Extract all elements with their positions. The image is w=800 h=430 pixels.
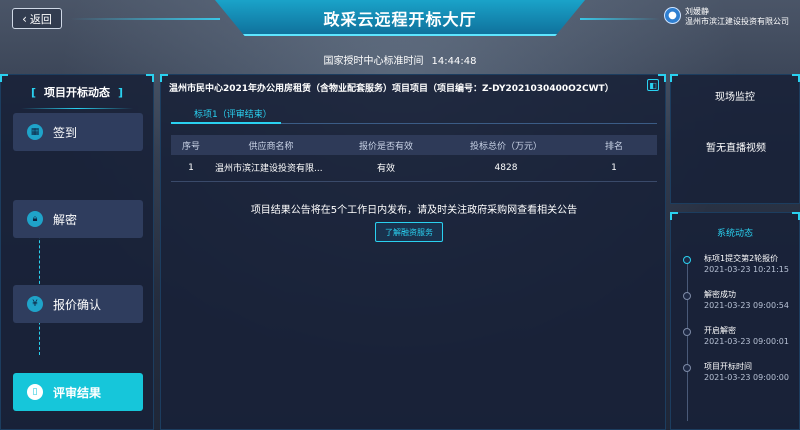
- column-header: 供应商名称: [211, 135, 331, 155]
- system-events-title: 系统动态: [716, 228, 753, 239]
- event-label: 解密成功: [704, 290, 736, 299]
- corner-decor: [146, 74, 154, 82]
- user-company: 温州市滨江建设投资有限公司: [685, 17, 789, 26]
- corner-decor: [0, 74, 8, 82]
- cell-supplier: 温州市滨江建设投资有限...: [211, 155, 331, 182]
- header-decor-right: [580, 18, 660, 20]
- page-title: 政采云远程开标大厅: [323, 10, 477, 29]
- corner-decor: [792, 212, 800, 220]
- title-banner: 政采云远程开标大厅: [215, 0, 585, 36]
- back-button[interactable]: ‹ 返回: [12, 8, 62, 29]
- panel-header: [ 项目开标动态 ]: [1, 75, 153, 109]
- result-table: 序号 供应商名称 报价是否有效 投标总价（万元） 排名 1 温州市滨江建设投资有…: [171, 135, 657, 182]
- step-review-result[interactable]: ▯ 评审结果: [13, 373, 143, 411]
- corner-decor: [658, 74, 666, 82]
- event-time: 2021-03-23 09:00:54: [704, 301, 789, 310]
- event-label: 开启解密: [704, 326, 736, 335]
- avatar[interactable]: ●: [664, 7, 681, 24]
- tab-lot-1[interactable]: 标项1（评审结束）: [194, 107, 272, 120]
- timeline-dot-icon: [683, 364, 691, 372]
- timeline-dot-icon: [683, 292, 691, 300]
- step-quote-confirm[interactable]: ¥ 报价确认: [13, 285, 143, 323]
- yen-icon: ¥: [27, 296, 43, 312]
- corner-decor: [792, 74, 800, 82]
- no-video-text: 暂无直播视频: [706, 143, 766, 154]
- server-time-value: 14:44:48: [431, 56, 477, 67]
- cell-valid: 有效: [331, 155, 441, 182]
- user-name: 刘媛静: [685, 7, 709, 16]
- column-header: 投标总价（万元）: [441, 135, 571, 155]
- result-panel: 温州市民中心2021年办公用房租赁（含物业配套服务）项目项目（项目编号：Z-DY…: [160, 74, 666, 430]
- timeline-dot-icon: [683, 328, 691, 336]
- live-monitor-panel: 现场监控 暂无直播视频: [670, 74, 800, 204]
- system-events-panel: 系统动态 标项1提交第2轮报价 2021-03-23 10:21:15 解密成功…: [670, 212, 800, 430]
- panel-title: 项目开标动态: [44, 86, 110, 99]
- server-time-label: 国家授时中心标准时间: [323, 56, 424, 67]
- step-label: 签到: [53, 125, 78, 140]
- server-time: 国家授时中心标准时间 14:44:48: [0, 52, 800, 67]
- timeline-dot-icon: [683, 256, 691, 264]
- event-time: 2021-03-23 10:21:15: [704, 265, 789, 274]
- column-header: 报价是否有效: [331, 135, 441, 155]
- expand-icon[interactable]: ◧: [647, 79, 659, 91]
- event-time: 2021-03-23 09:00:00: [704, 373, 789, 382]
- corner-decor: [670, 74, 678, 82]
- project-progress-panel: [ 项目开标动态 ] ▦ 签到 🔒︎ 解密 ¥ 报价确认 ▯ 评审结果: [0, 74, 154, 430]
- header: ‹ 返回 政采云远程开标大厅 ● 刘媛静 温州市滨江建设投资有限公司 国家授时中…: [0, 0, 800, 67]
- event-label: 项目开标时间: [704, 362, 752, 371]
- back-label: 返回: [29, 12, 52, 26]
- table-row: 1 温州市滨江建设投资有限... 有效 4828 1: [171, 155, 657, 182]
- column-header: 序号: [171, 135, 211, 155]
- step-sign-in[interactable]: ▦ 签到: [13, 113, 143, 151]
- corner-decor: [670, 212, 678, 220]
- cell-index: 1: [171, 155, 211, 182]
- cell-total-price: 4828: [441, 155, 571, 182]
- chevron-left-icon: ‹: [22, 11, 27, 26]
- cell-rank: 1: [571, 155, 657, 182]
- step-decrypt[interactable]: 🔒︎ 解密: [13, 200, 143, 238]
- result-notice: 项目结果公告将在5个工作日内发布，请及时关注政府采购网查看相关公告: [250, 205, 578, 216]
- tab-underline: [171, 122, 657, 124]
- monitor-title: 现场监控: [715, 91, 755, 103]
- financing-service-button[interactable]: 了解融资服务: [375, 222, 443, 242]
- calendar-icon: ▦: [27, 124, 43, 140]
- header-decor-left: [70, 18, 220, 20]
- document-icon: ▯: [27, 384, 43, 400]
- event-label: 标项1提交第2轮报价: [704, 254, 779, 263]
- user-info[interactable]: ● 刘媛静 温州市滨江建设投资有限公司: [664, 7, 800, 31]
- bracket-right-icon: ]: [118, 85, 124, 99]
- events-timeline-line: [687, 261, 688, 421]
- event-time: 2021-03-23 09:00:01: [704, 337, 789, 346]
- lock-icon: 🔒︎: [27, 211, 43, 227]
- corner-decor: [160, 74, 168, 82]
- column-header: 排名: [571, 135, 657, 155]
- header-underline: [21, 108, 133, 109]
- step-label: 解密: [53, 212, 78, 227]
- table-header: 序号 供应商名称 报价是否有效 投标总价（万元） 排名: [171, 135, 657, 155]
- project-title: 温州市民中心2021年办公用房租赁（含物业配套服务）项目项目（项目编号：Z-DY…: [169, 84, 614, 94]
- step-label: 报价确认: [53, 297, 102, 312]
- bracket-left-icon: [: [30, 85, 36, 99]
- step-label: 评审结果: [53, 385, 102, 400]
